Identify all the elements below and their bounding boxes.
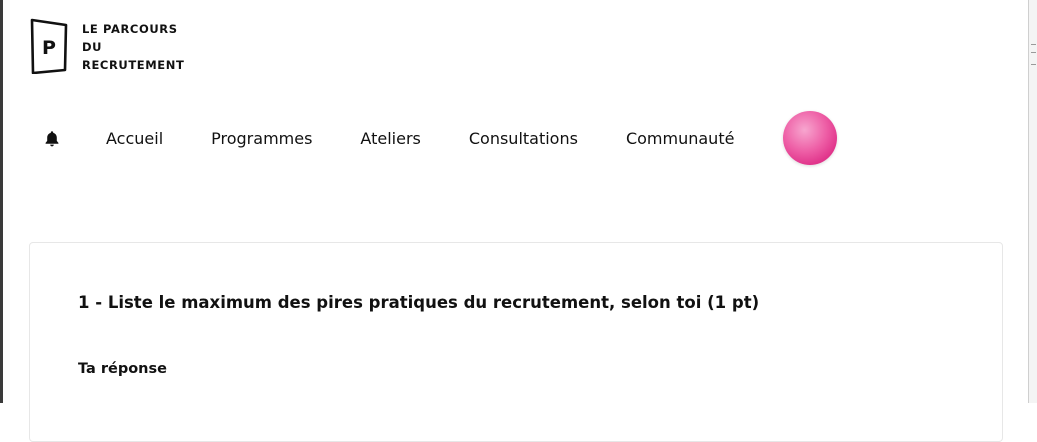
edge-mark: [1031, 52, 1036, 53]
nav-item-accueil[interactable]: Accueil: [106, 129, 163, 148]
logo-mark-letter: P: [42, 37, 56, 59]
question-title: 1 - Liste le maximum des pires pratiques…: [78, 293, 760, 312]
logo-line: LE PARCOURS: [82, 22, 178, 36]
nav-item-ateliers[interactable]: Ateliers: [360, 129, 420, 148]
bell-icon[interactable]: [43, 129, 61, 147]
answer-label: Ta réponse: [78, 361, 167, 377]
edge-mark: [1031, 44, 1036, 45]
nav-item-programmes[interactable]: Programmes: [211, 129, 312, 148]
logo-mark-icon: P: [30, 18, 68, 74]
question-card: 1 - Liste le maximum des pires pratiques…: [29, 242, 1003, 442]
window-edge-left: [0, 0, 3, 403]
logo-text: LE PARCOURS DU RECRUTEMENT: [82, 20, 184, 74]
logo-line: DU: [82, 40, 103, 54]
window-edge-right: [1028, 0, 1037, 403]
main-nav: Accueil Programmes Ateliers Consultation…: [43, 110, 838, 166]
nav-item-consultations[interactable]: Consultations: [469, 129, 578, 148]
site-logo[interactable]: P LE PARCOURS DU RECRUTEMENT: [29, 18, 184, 74]
nav-item-communaute[interactable]: Communauté: [626, 129, 734, 148]
logo-line: RECRUTEMENT: [82, 58, 185, 72]
user-avatar[interactable]: [783, 111, 838, 165]
edge-mark: [1031, 64, 1036, 65]
